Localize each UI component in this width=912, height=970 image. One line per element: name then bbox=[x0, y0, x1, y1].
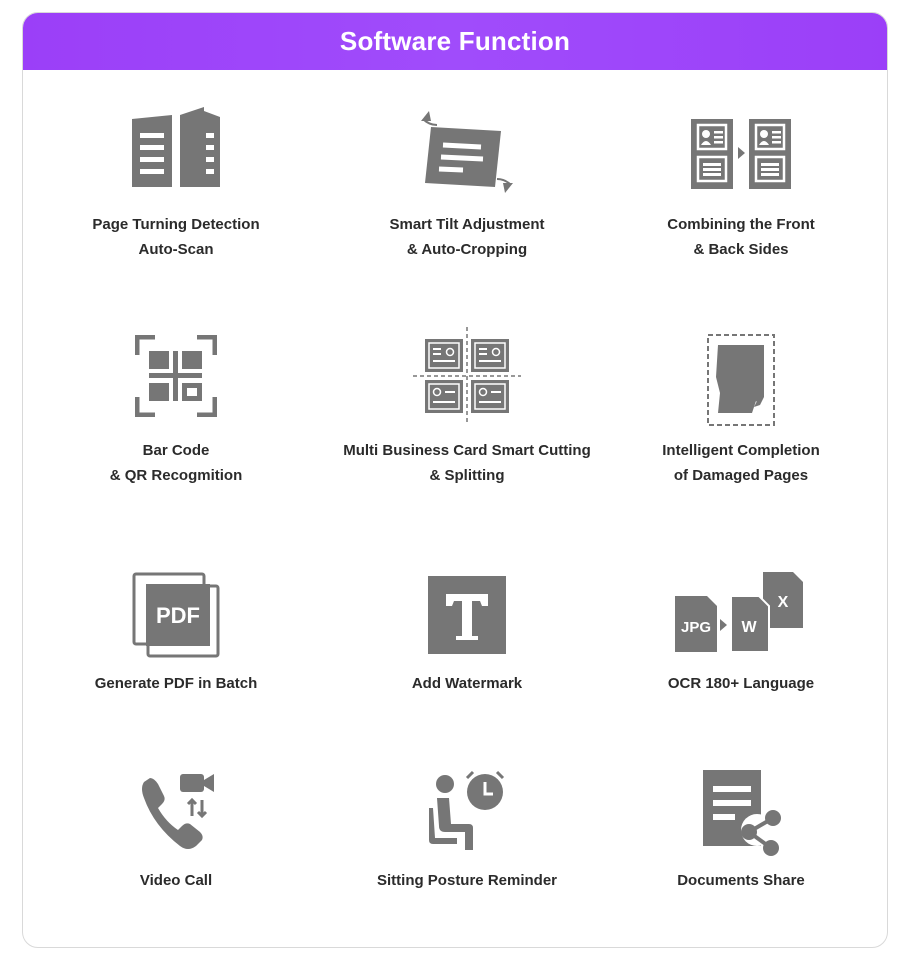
feature-video-call: Video Call bbox=[31, 770, 321, 898]
feature-label: Sitting Posture Reminder bbox=[376, 872, 558, 889]
feature-label: Generate PDF in Batch bbox=[94, 675, 258, 692]
pdf-icon: PDF bbox=[132, 572, 220, 658]
feature-page-turning: Page Turning Detection Auto-Scan bbox=[31, 105, 321, 265]
feature-label: OCR 180+ Language bbox=[667, 675, 815, 692]
feature-documents-share: Documents Share bbox=[596, 770, 886, 898]
document-share-icon bbox=[701, 770, 783, 856]
feature-posture-reminder: Sitting Posture Reminder bbox=[322, 770, 612, 898]
posture-reminder-icon bbox=[427, 770, 507, 852]
ocr-languages-icon: X W JPG bbox=[673, 572, 803, 654]
pdf-icon-text: PDF bbox=[156, 603, 200, 628]
feature-label: Documents Share bbox=[677, 872, 805, 889]
id-card-combine-icon bbox=[691, 119, 791, 189]
feature-label: Combining the Front & Back Sides bbox=[667, 216, 815, 258]
feature-label: Page Turning Detection Auto-Scan bbox=[92, 216, 260, 258]
feature-generate-pdf: PDF Generate PDF in Batch bbox=[31, 572, 321, 700]
feature-label: Intelligent Completion of Damaged Pages bbox=[662, 442, 820, 484]
feature-add-watermark: Add Watermark bbox=[322, 572, 612, 700]
header-bar: Software Function bbox=[23, 13, 887, 70]
page-title: Software Function bbox=[339, 26, 571, 56]
excel-icon-text: X bbox=[778, 594, 789, 611]
feature-damaged-pages: Intelligent Completion of Damaged Pages bbox=[596, 333, 886, 493]
feature-tilt-adjust: Smart Tilt Adjustment & Auto-Cropping bbox=[322, 105, 612, 265]
feature-label: Multi Business Card Smart Cutting & Spli… bbox=[343, 442, 591, 484]
text-watermark-icon bbox=[428, 576, 506, 654]
word-icon-text: W bbox=[741, 619, 757, 636]
video-call-icon bbox=[140, 770, 216, 852]
feature-business-card-cutting: Multi Business Card Smart Cutting & Spli… bbox=[322, 327, 612, 493]
feature-label: Video Call bbox=[139, 872, 213, 889]
feature-label: Add Watermark bbox=[411, 675, 523, 692]
business-cards-cut-icon bbox=[413, 327, 521, 425]
feature-label: Smart Tilt Adjustment & Auto-Cropping bbox=[389, 216, 545, 258]
book-open-icon bbox=[130, 107, 222, 191]
qr-code-icon bbox=[135, 335, 217, 417]
tilt-document-icon bbox=[415, 107, 519, 197]
feature-ocr-language: X W JPG OCR 180+ Language bbox=[596, 572, 886, 700]
feature-qr-recognition: Bar Code & QR Recogmition bbox=[31, 333, 321, 493]
jpg-icon-text: JPG bbox=[681, 619, 711, 636]
damaged-page-icon bbox=[706, 333, 776, 427]
feature-combine-sides: Combining the Front & Back Sides bbox=[596, 105, 886, 265]
feature-label: Bar Code & QR Recogmition bbox=[109, 442, 243, 484]
